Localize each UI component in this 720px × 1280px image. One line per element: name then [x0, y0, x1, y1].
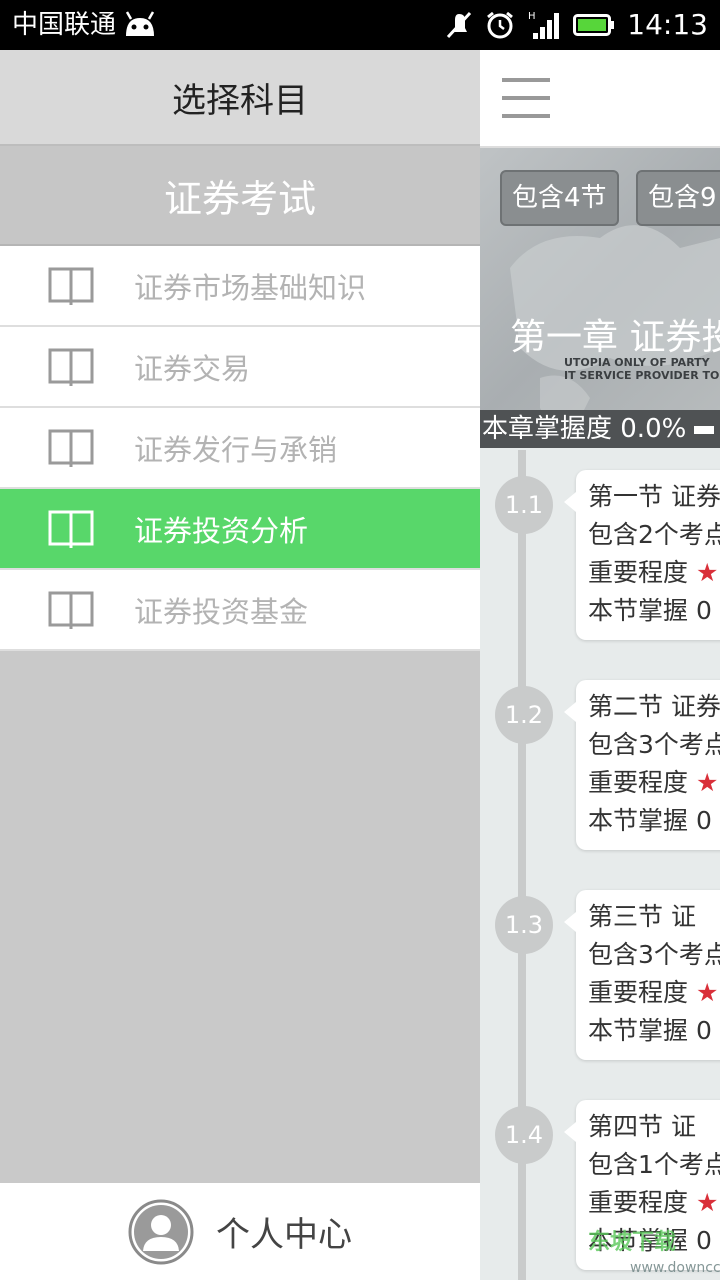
- point-count-pill[interactable]: 包含9: [636, 170, 720, 226]
- drawer-title: 选择科目: [0, 50, 480, 146]
- svg-text:H: H: [528, 11, 536, 22]
- personal-center-label: 个人中心: [216, 1215, 352, 1255]
- avatar-icon: [128, 1199, 194, 1264]
- personal-center-button[interactable]: 个人中心: [0, 1183, 480, 1280]
- subject-item[interactable]: 证券投资分析: [0, 489, 480, 570]
- section-card[interactable]: 第一节 证券 包含2个考点 重要程度 ★ 本节掌握 0: [564, 470, 720, 640]
- watermark-url: www.downcc.com: [630, 1260, 720, 1276]
- book-icon: [48, 348, 94, 386]
- carrier-name: 中国联通: [12, 10, 117, 40]
- menu-icon[interactable]: [502, 78, 550, 118]
- section-points: 包含3个考点: [588, 730, 720, 759]
- book-icon: [48, 591, 94, 629]
- section-importance: 重要程度 ★: [588, 558, 719, 587]
- status-bar: 中国联通 H 14:13: [0, 0, 720, 50]
- android-icon: [125, 11, 155, 36]
- section-mastery: 本节掌握 0: [588, 1016, 712, 1045]
- section-title: 第四节 证: [588, 1112, 696, 1141]
- subject-item[interactable]: 证券交易: [0, 327, 480, 408]
- book-icon: [48, 510, 94, 548]
- progress-track: [694, 425, 715, 434]
- section-number-badge: 1.4: [495, 1106, 553, 1164]
- section-title: 第一节 证券: [588, 482, 720, 511]
- section-points: 包含3个考点: [588, 940, 720, 969]
- chapter-title: 第一章 证券投: [510, 317, 720, 358]
- section-importance: 重要程度 ★: [588, 768, 719, 797]
- chapter-progress: 本章掌握度 0.0%: [480, 410, 720, 448]
- section-importance: 重要程度 ★: [588, 978, 719, 1007]
- star-icon: ★: [695, 558, 719, 587]
- subject-item-label: 证券投资分析: [134, 513, 309, 548]
- subject-list: 证券市场基础知识 证券交易证券发行与承销 证券投资分析 证券投资基金: [0, 246, 480, 651]
- watermark-logo: 东坡下载: [588, 1230, 677, 1255]
- book-icon: [48, 429, 94, 467]
- subject-item-label: 证券交易: [134, 351, 251, 386]
- subject-item[interactable]: 证券市场基础知识: [0, 246, 480, 327]
- star-icon: ★: [695, 1188, 719, 1217]
- subject-item[interactable]: 证券发行与承销: [0, 408, 480, 489]
- clock: 14:13: [627, 8, 708, 41]
- chapter-banner: 包含4节 包含9 第一章 证券投 UTOPIA ONLY OF PARTY IT…: [480, 148, 720, 448]
- section-number-badge: 1.1: [495, 476, 553, 534]
- subject-item-label: 证券发行与承销: [134, 432, 338, 467]
- mute-icon: [447, 11, 472, 39]
- section-count-pill[interactable]: 包含4节: [500, 170, 619, 226]
- signal-icon: H: [528, 11, 560, 39]
- alarm-icon: [487, 11, 514, 39]
- chapter-progress-label: 本章掌握度 0.0%: [482, 414, 687, 444]
- section-card[interactable]: 第三节 证包含3个考点 重要程度 ★ 本节掌握 0: [564, 890, 720, 1060]
- section-number-badge: 1.2: [495, 686, 553, 744]
- top-bar: [480, 50, 720, 148]
- main-content: 包含4节 包含9 第一章 证券投 UTOPIA ONLY OF PARTY IT…: [480, 50, 720, 1280]
- section-points: 包含2个考点: [588, 520, 720, 549]
- subject-item-label: 证券市场基础知识: [134, 270, 367, 305]
- subject-item[interactable]: 证券投资基金: [0, 570, 480, 651]
- star-icon: ★: [695, 978, 719, 1007]
- category-header[interactable]: 证券考试: [0, 146, 480, 246]
- section-importance: 重要程度 ★: [588, 1188, 719, 1217]
- section-points: 包含1个考点: [588, 1150, 720, 1179]
- book-icon: [48, 267, 94, 305]
- section-mastery: 本节掌握 0: [588, 806, 712, 835]
- section-number-badge: 1.3: [495, 896, 553, 954]
- section-title: 第二节 证券: [588, 692, 720, 721]
- subject-item-label: 证券投资基金: [134, 594, 309, 629]
- section-card[interactable]: 第二节 证券 包含3个考点 重要程度 ★ 本节掌握 0: [564, 680, 720, 850]
- section-title: 第三节 证: [588, 902, 696, 931]
- subject-drawer: 选择科目 证券考试 证券市场基础知识 证券交易证券发行与承销 证券投资分析 证券投资基…: [0, 50, 480, 1280]
- section-mastery: 本节掌握 0: [588, 596, 712, 625]
- battery-icon: [573, 14, 615, 36]
- star-icon: ★: [695, 768, 719, 797]
- banner-caption: UTOPIA ONLY OF PARTY IT SERVICE PROVIDER…: [564, 356, 720, 382]
